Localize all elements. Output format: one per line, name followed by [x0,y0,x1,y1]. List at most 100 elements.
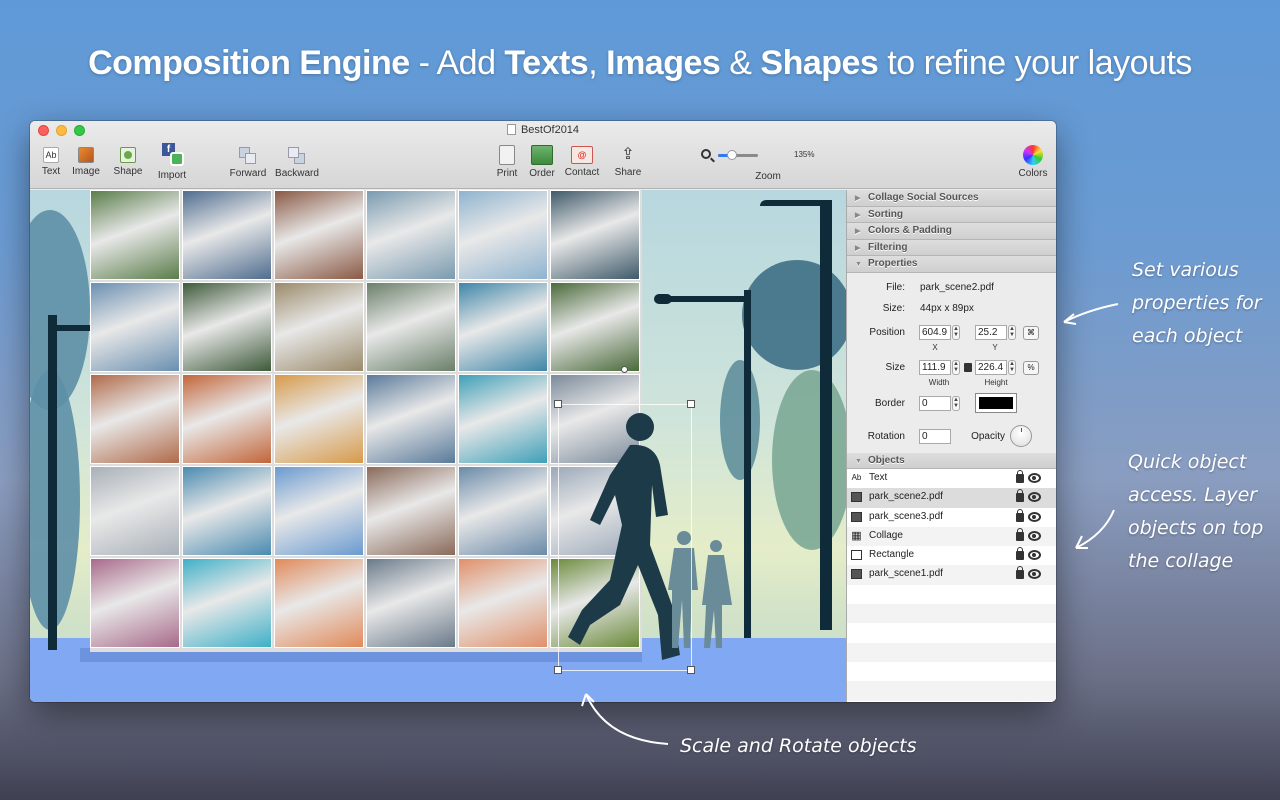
object-name: park_scene1.pdf [869,568,943,580]
object-row[interactable]: ▦ Collage [847,526,1056,547]
reset-size-button[interactable]: % [1023,360,1039,375]
visibility-eye-icon[interactable] [1028,492,1041,503]
zoom-slider[interactable] [718,150,758,160]
colors-button[interactable]: Colors [1016,143,1050,179]
forward-button[interactable]: Forward [227,143,269,179]
height-stepper[interactable]: ▲ ▼ [1008,359,1016,375]
object-row[interactable]: park_scene3.pdf [847,508,1056,527]
object-row[interactable]: park_scene1.pdf [847,565,1056,585]
collage-photo-tile[interactable] [274,190,364,280]
collage-photo-tile[interactable] [274,466,364,556]
disclosure-closed-icon: ▶ [855,244,861,252]
lock-icon[interactable] [1016,547,1024,561]
image-icon [78,147,94,163]
object-row[interactable]: Rectangle [847,546,1056,565]
collage-photo-tile[interactable] [458,282,548,372]
collage-photo-tile[interactable] [182,558,272,648]
visibility-eye-icon[interactable] [1028,511,1041,522]
rotate-handle[interactable] [621,366,628,373]
zoom-slider-knob[interactable] [727,150,737,160]
forward-label: Forward [229,168,267,179]
properties-section-header[interactable]: ▼ Properties [847,256,1056,273]
collage-photo-tile[interactable] [90,558,180,648]
collage-photo-tile[interactable] [550,282,640,372]
order-button[interactable]: Order [526,143,558,179]
section-header-sorting[interactable]: ▶ Sorting [847,206,1056,223]
share-button[interactable]: ⇪ Share [612,143,644,178]
shape-tool-button[interactable]: Shape [112,143,144,177]
headline-bold-3: Texts [504,44,589,82]
backward-button[interactable]: Backward [273,143,321,179]
visibility-eye-icon[interactable] [1028,473,1041,483]
resize-handle-top-right[interactable] [687,400,695,408]
collage-photo-tile[interactable] [458,374,548,464]
position-y-input[interactable]: 25.2 [975,324,1007,340]
collage-photo-tile[interactable] [366,558,456,648]
collage-photo-tile[interactable] [90,466,180,556]
resize-handle-bottom-right[interactable] [687,666,695,674]
opacity-knob[interactable] [1010,424,1032,447]
collage-photo-tile[interactable] [458,558,548,648]
lock-icon[interactable] [1016,508,1024,522]
resize-handle-bottom-left[interactable] [554,666,562,674]
objects-section-header[interactable]: ▼ Objects [847,452,1056,469]
border-width-stepper[interactable]: ▲ ▼ [952,395,960,411]
visibility-eye-icon[interactable] [1028,530,1041,541]
collage-photo-tile[interactable] [366,282,456,372]
print-button[interactable]: Print [494,143,520,179]
width-stepper[interactable]: ▲ ▼ [952,359,960,375]
section-header-colors-padding[interactable]: ▶ Colors & Padding [847,223,1056,240]
collage-photo-tile[interactable] [182,466,272,556]
objects-annotation-line-1: Quick object [1128,451,1247,473]
object-name: Text [869,472,888,483]
aspect-lock-icon[interactable] [964,362,972,372]
collage-photo-tile[interactable] [274,558,364,648]
collage-photo-tile[interactable] [274,374,364,464]
headline-bold-1: Composition Engine [88,44,410,82]
collage-photo-tile[interactable] [182,190,272,280]
colors-label: Colors [1018,168,1048,179]
section-header-filtering[interactable]: ▶ Filtering [847,239,1056,256]
lock-icon[interactable] [1016,566,1024,580]
section-header-collage-social-sources[interactable]: ▶ Collage Social Sources [847,190,1056,207]
collage-photo-tile[interactable] [366,374,456,464]
collage-photo-tile[interactable] [90,282,180,372]
border-width-input[interactable]: 0 [919,395,951,411]
position-x-stepper[interactable]: ▲ ▼ [952,324,960,340]
collage-photo-tile[interactable] [550,190,640,280]
objects-list[interactable]: Ab Text park_scene2.pdf park_scene3.pdf ▦ Col… [847,469,1056,702]
objects-annotation-line-3: objects on top [1128,517,1264,539]
empty-list-row [847,681,1056,701]
backward-label: Backward [275,168,319,179]
collage-canvas[interactable] [30,190,846,702]
collage-photo-tile[interactable] [182,374,272,464]
objects-arrow-icon [1075,509,1115,549]
visibility-eye-icon[interactable] [1028,569,1041,580]
width-input[interactable]: 111.9 [919,359,951,375]
object-row[interactable]: Ab Text [847,469,1056,488]
contact-button[interactable]: @ Contact [562,143,602,178]
collage-photo-tile[interactable] [458,190,548,280]
collage-photo-tile[interactable] [458,466,548,556]
border-color-well[interactable] [975,392,1017,413]
position-y-stepper[interactable]: ▲ ▼ [1008,324,1016,340]
import-button[interactable]: f Import [155,143,189,181]
center-position-button[interactable]: ⌘ [1023,325,1039,340]
collage-photo-tile[interactable] [182,282,272,372]
section-header-label: Filtering [868,241,908,253]
lock-icon[interactable] [1016,489,1024,503]
lock-icon[interactable] [1016,527,1024,541]
resize-handle-top-left[interactable] [554,400,562,408]
lock-icon[interactable] [1016,470,1024,483]
collage-photo-tile[interactable] [366,466,456,556]
collage-photo-tile[interactable] [366,190,456,280]
visibility-eye-icon[interactable] [1028,550,1041,561]
collage-photo-tile[interactable] [274,282,364,372]
image-tool-button[interactable]: Image [70,143,102,177]
position-x-input[interactable]: 604.9 [919,324,951,340]
text-tool-button[interactable]: Ab Text [38,143,64,177]
collage-photo-tile[interactable] [90,190,180,280]
collage-photo-tile[interactable] [90,374,180,464]
object-row[interactable]: park_scene2.pdf [847,488,1056,508]
height-input[interactable]: 226.4 [975,359,1007,375]
